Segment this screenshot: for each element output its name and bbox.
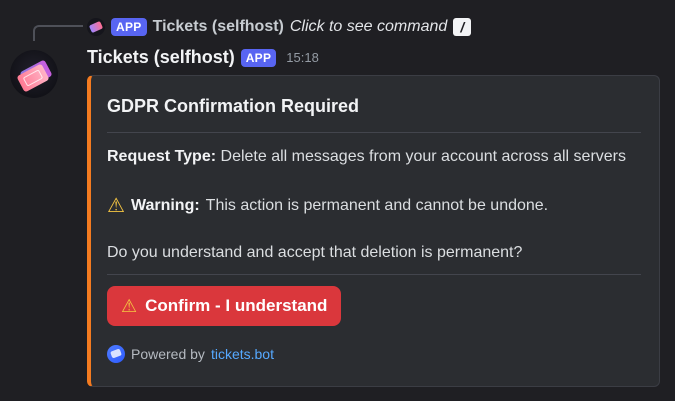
embed-divider xyxy=(107,132,641,133)
slash-command-icon[interactable]: / xyxy=(453,18,472,36)
request-type-value: Delete all messages from your account ac… xyxy=(220,148,627,165)
bot-avatar[interactable] xyxy=(10,50,58,98)
warning-line: ⚠ Warning: This action is permanent and … xyxy=(107,196,548,216)
reply-app-badge: APP xyxy=(111,18,147,36)
app-badge: APP xyxy=(240,48,277,67)
bot-username[interactable]: Tickets (selfhost) xyxy=(87,47,235,68)
footer-link[interactable]: tickets.bot xyxy=(211,346,274,362)
ticket-icon xyxy=(88,20,104,34)
embed-footer: Powered by tickets.bot xyxy=(107,345,274,363)
reply-avatar-icon xyxy=(87,18,105,36)
request-type-label: Request Type: xyxy=(107,148,217,165)
tickets-bot-icon xyxy=(107,345,125,363)
reply-reference[interactable]: APP Tickets (selfhost) Click to see comm… xyxy=(87,16,472,38)
confirm-button[interactable]: ⚠ Confirm - I understand xyxy=(107,286,342,326)
warning-label: Warning: xyxy=(130,197,200,214)
warning-icon: ⚠ xyxy=(107,195,125,217)
request-type-line: Request Type: Delete all messages from y… xyxy=(107,148,626,166)
embed-divider xyxy=(107,274,641,275)
warning-text: This action is permanent and cannot be u… xyxy=(205,197,549,214)
reply-bot-name[interactable]: Tickets (selfhost) xyxy=(153,18,284,36)
embed-title: GDPR Confirmation Required xyxy=(107,96,360,116)
warning-icon: ⚠ xyxy=(121,296,138,316)
message-timestamp: 15:18 xyxy=(286,50,319,65)
reply-connector xyxy=(33,25,83,41)
reply-command-hint[interactable]: Click to see command xyxy=(290,18,447,36)
gdpr-embed: GDPR Confirmation Required Request Type:… xyxy=(87,75,660,387)
footer-prefix: Powered by xyxy=(131,346,205,362)
confirm-button-label: Confirm - I understand xyxy=(145,296,328,315)
confirmation-question: Do you understand and accept that deleti… xyxy=(107,244,523,261)
message-header: Tickets (selfhost) APP 15:18 xyxy=(87,47,319,68)
